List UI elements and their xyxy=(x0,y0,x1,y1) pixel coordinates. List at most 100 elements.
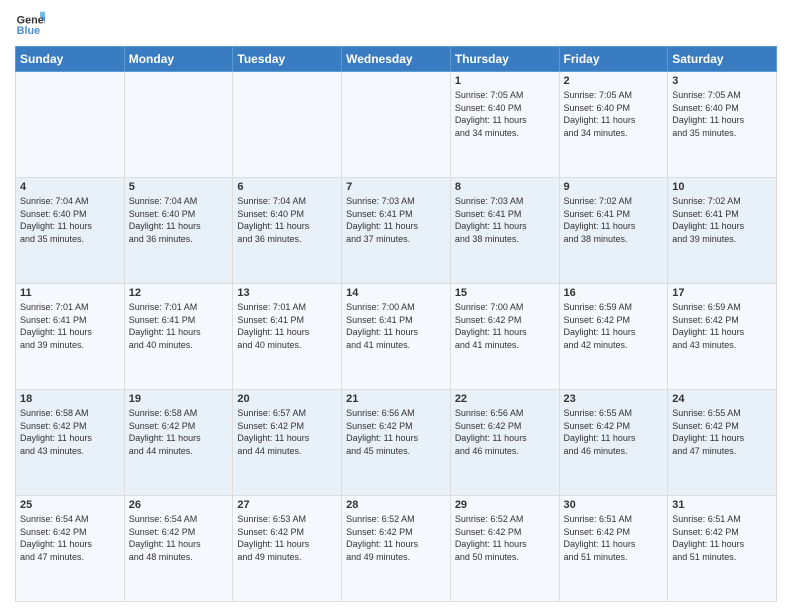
day-number: 21 xyxy=(346,393,446,405)
day-number: 24 xyxy=(672,393,772,405)
day-number: 9 xyxy=(564,181,664,193)
cell-content: Sunrise: 6:55 AMSunset: 6:42 PMDaylight:… xyxy=(672,407,772,457)
cell-content: Sunrise: 6:53 AMSunset: 6:42 PMDaylight:… xyxy=(237,513,337,563)
calendar-cell: 1 Sunrise: 7:05 AMSunset: 6:40 PMDaylight… xyxy=(450,72,559,178)
cell-content: Sunrise: 6:51 AMSunset: 6:42 PMDaylight:… xyxy=(672,513,772,563)
calendar-cell: 24 Sunrise: 6:55 AMSunset: 6:42 PMDayligh… xyxy=(668,390,777,496)
day-number: 23 xyxy=(564,393,664,405)
day-number: 5 xyxy=(129,181,229,193)
cell-content: Sunrise: 7:05 AMSunset: 6:40 PMDaylight:… xyxy=(564,89,664,139)
calendar-cell xyxy=(124,72,233,178)
day-number: 31 xyxy=(672,499,772,511)
calendar-table: SundayMondayTuesdayWednesdayThursdayFrid… xyxy=(15,46,777,602)
cell-content: Sunrise: 6:56 AMSunset: 6:42 PMDaylight:… xyxy=(455,407,555,457)
calendar-cell: 25Sunrise: 6:54 AMSunset: 6:42 PMDayligh… xyxy=(16,496,125,602)
calendar-cell: 3 Sunrise: 7:05 AMSunset: 6:40 PMDaylight… xyxy=(668,72,777,178)
calendar-cell xyxy=(16,72,125,178)
calendar-cell: 23 Sunrise: 6:55 AMSunset: 6:42 PMDayligh… xyxy=(559,390,668,496)
calendar-cell: 31 Sunrise: 6:51 AMSunset: 6:42 PMDayligh… xyxy=(668,496,777,602)
calendar-header: SundayMondayTuesdayWednesdayThursdayFrid… xyxy=(16,47,777,72)
logo: General Blue xyxy=(15,10,45,40)
cell-content: Sunrise: 7:04 AMSunset: 6:40 PMDaylight:… xyxy=(20,195,120,245)
calendar-cell: 9Sunrise: 7:02 AMSunset: 6:41 PMDaylight… xyxy=(559,178,668,284)
weekday-header-wednesday: Wednesday xyxy=(342,47,451,72)
cell-content: Sunrise: 7:01 AMSunset: 6:41 PMDaylight:… xyxy=(20,301,120,351)
cell-content: Sunrise: 7:04 AMSunset: 6:40 PMDaylight:… xyxy=(129,195,229,245)
day-number: 10 xyxy=(672,181,772,193)
day-number: 18 xyxy=(20,393,120,405)
day-number: 7 xyxy=(346,181,446,193)
cell-content: Sunrise: 6:52 AMSunset: 6:42 PMDaylight:… xyxy=(346,513,446,563)
cell-content: Sunrise: 6:56 AMSunset: 6:42 PMDaylight:… xyxy=(346,407,446,457)
calendar-cell: 21 Sunrise: 6:56 AMSunset: 6:42 PMDayligh… xyxy=(342,390,451,496)
cell-content: Sunrise: 7:05 AMSunset: 6:40 PMDaylight:… xyxy=(672,89,772,139)
cell-content: Sunrise: 6:51 AMSunset: 6:42 PMDaylight:… xyxy=(564,513,664,563)
day-number: 26 xyxy=(129,499,229,511)
day-number: 20 xyxy=(237,393,337,405)
cell-content: Sunrise: 7:03 AMSunset: 6:41 PMDaylight:… xyxy=(455,195,555,245)
weekday-header-row: SundayMondayTuesdayWednesdayThursdayFrid… xyxy=(16,47,777,72)
weekday-header-friday: Friday xyxy=(559,47,668,72)
cell-content: Sunrise: 7:02 AMSunset: 6:41 PMDaylight:… xyxy=(672,195,772,245)
calendar-cell: 19 Sunrise: 6:58 AMSunset: 6:42 PMDayligh… xyxy=(124,390,233,496)
calendar-cell: 8Sunrise: 7:03 AMSunset: 6:41 PMDaylight… xyxy=(450,178,559,284)
cell-content: Sunrise: 7:05 AMSunset: 6:40 PMDaylight:… xyxy=(455,89,555,139)
calendar-cell: 10 Sunrise: 7:02 AMSunset: 6:41 PMDayligh… xyxy=(668,178,777,284)
calendar-week-row: 18 Sunrise: 6:58 AMSunset: 6:42 PMDayligh… xyxy=(16,390,777,496)
calendar-cell: 20 Sunrise: 6:57 AMSunset: 6:42 PMDayligh… xyxy=(233,390,342,496)
cell-content: Sunrise: 7:04 AMSunset: 6:40 PMDaylight:… xyxy=(237,195,337,245)
calendar-cell xyxy=(342,72,451,178)
calendar-week-row: 1 Sunrise: 7:05 AMSunset: 6:40 PMDaylight… xyxy=(16,72,777,178)
weekday-header-saturday: Saturday xyxy=(668,47,777,72)
calendar-cell: 22Sunrise: 6:56 AMSunset: 6:42 PMDayligh… xyxy=(450,390,559,496)
svg-text:Blue: Blue xyxy=(17,25,40,37)
cell-content: Sunrise: 6:58 AMSunset: 6:42 PMDaylight:… xyxy=(129,407,229,457)
calendar-cell: 12Sunrise: 7:01 AMSunset: 6:41 PMDayligh… xyxy=(124,284,233,390)
day-number: 3 xyxy=(672,75,772,87)
day-number: 27 xyxy=(237,499,337,511)
day-number: 11 xyxy=(20,287,120,299)
day-number: 19 xyxy=(129,393,229,405)
calendar-cell: 29 Sunrise: 6:52 AMSunset: 6:42 PMDayligh… xyxy=(450,496,559,602)
cell-content: Sunrise: 6:55 AMSunset: 6:42 PMDaylight:… xyxy=(564,407,664,457)
calendar-cell: 5 Sunrise: 7:04 AMSunset: 6:40 PMDaylight… xyxy=(124,178,233,284)
calendar-cell: 16Sunrise: 6:59 AMSunset: 6:42 PMDayligh… xyxy=(559,284,668,390)
calendar-cell xyxy=(233,72,342,178)
calendar-cell: 30 Sunrise: 6:51 AMSunset: 6:42 PMDayligh… xyxy=(559,496,668,602)
calendar-cell: 17 Sunrise: 6:59 AMSunset: 6:42 PMDayligh… xyxy=(668,284,777,390)
cell-content: Sunrise: 6:57 AMSunset: 6:42 PMDaylight:… xyxy=(237,407,337,457)
cell-content: Sunrise: 6:54 AMSunset: 6:42 PMDaylight:… xyxy=(129,513,229,563)
calendar-week-row: 4Sunrise: 7:04 AMSunset: 6:40 PMDaylight… xyxy=(16,178,777,284)
calendar-cell: 18Sunrise: 6:58 AMSunset: 6:42 PMDayligh… xyxy=(16,390,125,496)
calendar-cell: 14Sunrise: 7:00 AMSunset: 6:41 PMDayligh… xyxy=(342,284,451,390)
calendar-cell: 27 Sunrise: 6:53 AMSunset: 6:42 PMDayligh… xyxy=(233,496,342,602)
day-number: 2 xyxy=(564,75,664,87)
calendar-cell: 28 Sunrise: 6:52 AMSunset: 6:42 PMDayligh… xyxy=(342,496,451,602)
cell-content: Sunrise: 6:54 AMSunset: 6:42 PMDaylight:… xyxy=(20,513,120,563)
day-number: 1 xyxy=(455,75,555,87)
calendar-body: 1 Sunrise: 7:05 AMSunset: 6:40 PMDaylight… xyxy=(16,72,777,602)
calendar-cell: 7Sunrise: 7:03 AMSunset: 6:41 PMDaylight… xyxy=(342,178,451,284)
cell-content: Sunrise: 6:59 AMSunset: 6:42 PMDaylight:… xyxy=(672,301,772,351)
calendar-cell: 6 Sunrise: 7:04 AMSunset: 6:40 PMDaylight… xyxy=(233,178,342,284)
day-number: 15 xyxy=(455,287,555,299)
calendar-cell: 11 Sunrise: 7:01 AMSunset: 6:41 PMDayligh… xyxy=(16,284,125,390)
day-number: 29 xyxy=(455,499,555,511)
cell-content: Sunrise: 7:01 AMSunset: 6:41 PMDaylight:… xyxy=(129,301,229,351)
day-number: 6 xyxy=(237,181,337,193)
day-number: 30 xyxy=(564,499,664,511)
day-number: 28 xyxy=(346,499,446,511)
page: General Blue SundayMondayTuesdayWednesda… xyxy=(0,0,792,612)
day-number: 13 xyxy=(237,287,337,299)
day-number: 14 xyxy=(346,287,446,299)
cell-content: Sunrise: 7:00 AMSunset: 6:42 PMDaylight:… xyxy=(455,301,555,351)
calendar-week-row: 11 Sunrise: 7:01 AMSunset: 6:41 PMDayligh… xyxy=(16,284,777,390)
calendar-cell: 15 Sunrise: 7:00 AMSunset: 6:42 PMDayligh… xyxy=(450,284,559,390)
cell-content: Sunrise: 6:59 AMSunset: 6:42 PMDaylight:… xyxy=(564,301,664,351)
calendar-week-row: 25Sunrise: 6:54 AMSunset: 6:42 PMDayligh… xyxy=(16,496,777,602)
cell-content: Sunrise: 7:01 AMSunset: 6:41 PMDaylight:… xyxy=(237,301,337,351)
weekday-header-thursday: Thursday xyxy=(450,47,559,72)
calendar-cell: 13 Sunrise: 7:01 AMSunset: 6:41 PMDayligh… xyxy=(233,284,342,390)
cell-content: Sunrise: 6:52 AMSunset: 6:42 PMDaylight:… xyxy=(455,513,555,563)
day-number: 17 xyxy=(672,287,772,299)
